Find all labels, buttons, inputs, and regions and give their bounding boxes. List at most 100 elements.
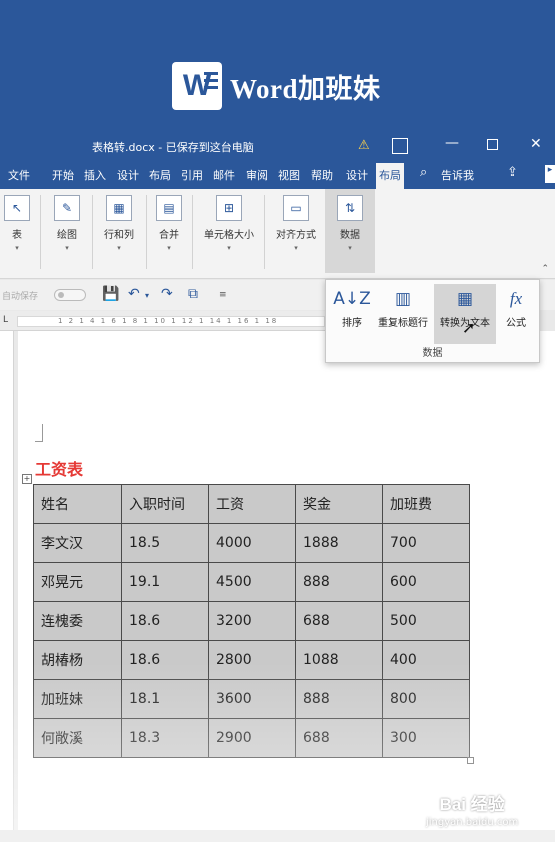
repeat-header-rows-button[interactable]: ▥ 重复标题行 [372, 284, 434, 344]
table-resize-handle[interactable] [467, 757, 474, 764]
document-page[interactable]: 工资表 + 姓名 入职时间 工资 奖金 加班费 李文汉 18.5 4000 18… [18, 331, 555, 842]
warning-icon[interactable]: ⚠ [358, 138, 370, 153]
table-cell[interactable]: 4500 [208, 562, 296, 602]
cell-size-icon: ⊞ [216, 195, 242, 221]
ruler-numbers: 1 2 1 4 1 6 1 8 1 10 1 12 1 14 1 16 1 18 [58, 317, 279, 325]
table-cell[interactable]: 700 [382, 523, 470, 563]
sort-button[interactable]: A↓Z 排序 [332, 284, 372, 344]
table-cell[interactable]: 888 [295, 562, 383, 602]
table-cell[interactable]: 2800 [208, 640, 296, 680]
table-cell[interactable]: 工资 [208, 484, 296, 524]
tab-layout[interactable]: 布局 [149, 167, 171, 183]
table-header-row: 姓名 入职时间 工资 奖金 加班费 [33, 484, 470, 524]
table-cell[interactable]: 300 [382, 718, 470, 758]
table-cell[interactable]: 18.5 [121, 523, 209, 563]
tab-table-design[interactable]: 设计 [346, 167, 368, 183]
table-cell[interactable]: 688 [295, 601, 383, 641]
close-icon[interactable]: ✕ [530, 136, 542, 152]
table-move-handle-icon[interactable]: + [22, 474, 32, 484]
autosave-toggle[interactable] [54, 289, 86, 301]
undo-icon[interactable]: ↶ [128, 286, 140, 302]
ribbon-label-draw: 绘图 [57, 230, 77, 241]
table-title[interactable]: 工资表 [35, 456, 83, 480]
touch-mode-icon[interactable]: ⧉ [188, 286, 198, 302]
table-cell[interactable]: 邓晃元 [33, 562, 122, 602]
ribbon-tabs: 文件 开始 插入 设计 布局 引用 邮件 审阅 视图 帮助 设计 布局 ⌕ 告诉… [0, 159, 555, 189]
chevron-down-icon: ▾ [117, 244, 121, 252]
tab-selector[interactable]: L [3, 315, 8, 325]
tab-help[interactable]: 帮助 [311, 167, 333, 183]
tab-design[interactable]: 设计 [117, 167, 139, 183]
save-icon[interactable]: 💾 [102, 286, 119, 302]
minimize-icon[interactable]: — [445, 135, 459, 151]
ribbon-group-draw[interactable]: ✎ 绘图 ▾ [48, 195, 86, 252]
collapse-ribbon-icon[interactable]: ⌃ [541, 264, 549, 274]
table-cell[interactable]: 姓名 [33, 484, 122, 524]
table-cell[interactable]: 400 [382, 640, 470, 680]
table-row: 邓晃元 19.1 4500 888 600 [33, 562, 470, 602]
table-cell[interactable]: 入职时间 [121, 484, 209, 524]
table-cell[interactable]: 1888 [295, 523, 383, 563]
table-cell[interactable]: 1088 [295, 640, 383, 680]
table-cell[interactable]: 奖金 [295, 484, 383, 524]
table-cell[interactable]: 18.3 [121, 718, 209, 758]
table-cell[interactable]: 18.1 [121, 679, 209, 719]
tab-mailings[interactable]: 邮件 [213, 167, 235, 183]
table-cell[interactable]: 李文汉 [33, 523, 122, 563]
draw-table-icon: ✎ [54, 195, 80, 221]
table-cell[interactable]: 加班费 [382, 484, 470, 524]
more-tabs-icon[interactable]: ▸ [545, 165, 555, 183]
table-cell[interactable]: 胡椿杨 [33, 640, 122, 680]
ribbon-group-data[interactable]: ⇅ 数据 ▾ [325, 189, 375, 273]
tab-review[interactable]: 审阅 [246, 167, 268, 183]
tab-view[interactable]: 视图 [278, 167, 300, 183]
table-cell[interactable]: 4000 [208, 523, 296, 563]
brand-logo-group: W Word加班妹 [172, 62, 381, 110]
table-cell[interactable]: 600 [382, 562, 470, 602]
table-cell[interactable]: 18.6 [121, 601, 209, 641]
table-cell[interactable]: 800 [382, 679, 470, 719]
search-icon[interactable]: ⌕ [420, 165, 427, 180]
alignment-icon: ▭ [283, 195, 309, 221]
ribbon-label-alignment: 对齐方式 [276, 230, 316, 241]
tell-me-search[interactable]: 告诉我 [441, 167, 474, 183]
tab-table-layout[interactable]: 布局 [376, 163, 404, 189]
formula-button[interactable]: fx 公式 [498, 284, 534, 344]
ribbon-group-merge[interactable]: ▤ 合并 ▾ [152, 195, 186, 252]
table-cell[interactable]: 18.6 [121, 640, 209, 680]
tab-home[interactable]: 开始 [52, 167, 74, 183]
account-icon[interactable] [392, 138, 408, 154]
table-row: 连槐委 18.6 3200 688 500 [33, 601, 470, 641]
table-cell[interactable]: 连槐委 [33, 601, 122, 641]
salary-table[interactable]: 姓名 入职时间 工资 奖金 加班费 李文汉 18.5 4000 1888 700… [33, 484, 470, 758]
table-cell[interactable]: 加班妹 [33, 679, 122, 719]
watermark-brand: Bai 经验 [439, 795, 505, 814]
table-cell[interactable]: 2900 [208, 718, 296, 758]
customize-toolbar-icon[interactable]: ≡ [219, 290, 227, 300]
tab-insert[interactable]: 插入 [84, 167, 106, 183]
ribbon-group-cell-size[interactable]: ⊞ 单元格大小 ▾ [198, 195, 260, 252]
table-cell[interactable]: 3200 [208, 601, 296, 641]
formula-fx-icon: fx [509, 289, 523, 308]
formula-label: 公式 [506, 318, 526, 329]
ribbon-group-rows-columns[interactable]: ▦ 行和列 ▾ [98, 195, 140, 252]
ribbon-group-alignment[interactable]: ▭ 对齐方式 ▾ [270, 195, 322, 252]
table-cell[interactable]: 688 [295, 718, 383, 758]
ribbon-group-table[interactable]: ↖ 表 ▾ [2, 195, 32, 252]
table-cell[interactable]: 888 [295, 679, 383, 719]
mouse-cursor-icon: ➚ [462, 318, 476, 337]
tab-file[interactable]: 文件 [8, 167, 30, 183]
chevron-down-icon: ▾ [294, 244, 298, 252]
table-cell[interactable]: 何敞溪 [33, 718, 122, 758]
tab-references[interactable]: 引用 [181, 167, 203, 183]
table-cell[interactable]: 500 [382, 601, 470, 641]
ribbon-label-data: 数据 [340, 230, 360, 241]
table-cell[interactable]: 19.1 [121, 562, 209, 602]
table-cell[interactable]: 3600 [208, 679, 296, 719]
undo-dropdown-icon[interactable]: ▾ [145, 291, 149, 300]
share-icon[interactable]: ⇪ [507, 165, 518, 180]
maximize-icon[interactable] [487, 139, 498, 150]
ribbon-divider [146, 195, 147, 269]
redo-icon[interactable]: ↷ [161, 286, 173, 302]
table-select-icon: ↖ [4, 195, 30, 221]
